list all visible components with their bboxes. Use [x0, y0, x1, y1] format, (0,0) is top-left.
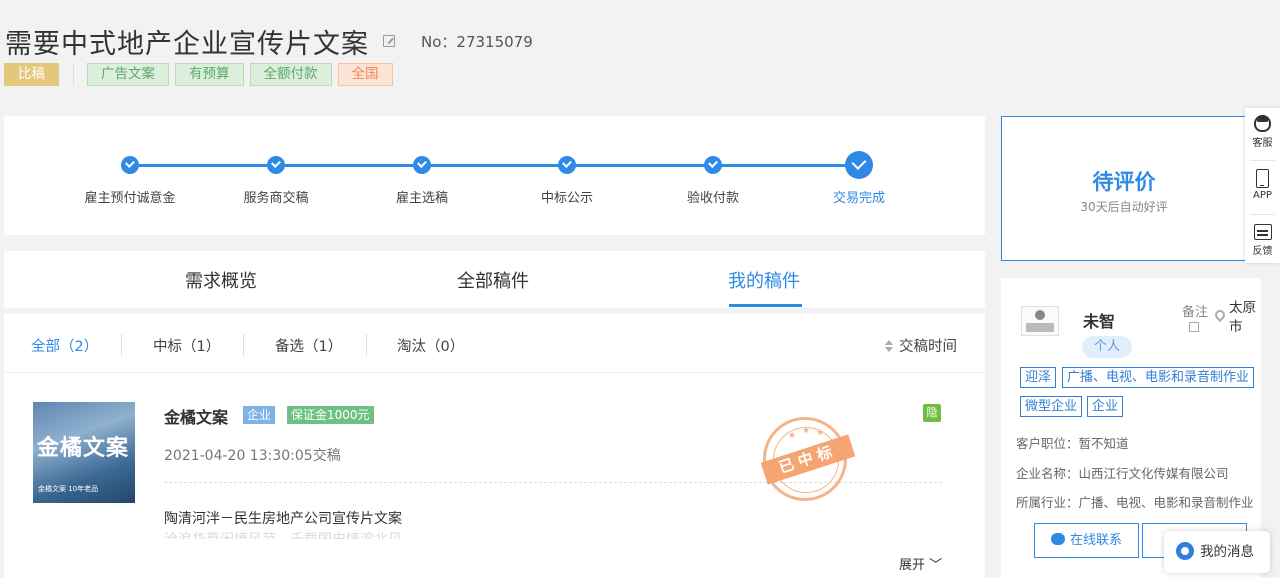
my-messages-button[interactable]: 我的消息: [1164, 531, 1270, 573]
main-tabs: 需求概览 全部稿件 我的稿件: [4, 251, 985, 308]
chat-icon: [1050, 533, 1065, 545]
phone-icon: [1256, 169, 1269, 188]
industry-tag: 微型企业: [1020, 396, 1083, 417]
feedback-icon: [1253, 224, 1272, 240]
floating-sidebar: 客服 APP 反馈: [1245, 108, 1280, 263]
check-icon: [413, 156, 431, 174]
star-icon: ★: [802, 426, 811, 436]
employer-avatar: [1021, 306, 1059, 336]
sidebar-feedback[interactable]: 反馈: [1245, 224, 1280, 257]
page-title: 需要中式地产企业宣传片文案: [5, 29, 369, 60]
filter-divider: [121, 334, 122, 356]
tag-divider: [73, 63, 74, 86]
evaluation-hint: 30天后自动好评: [1080, 200, 1168, 214]
check-icon: [558, 156, 576, 174]
employer-company: 企业名称：山西江行文化传媒有限公司: [1016, 466, 1229, 481]
enterprise-badge: 企业: [243, 406, 276, 424]
customer-service-icon: [1254, 115, 1271, 132]
check-icon: [121, 156, 139, 174]
employer-industry: 所属行业：广播、电视、电影和录音制作业: [1016, 495, 1254, 510]
step-prepay: 雇主预付诚意金: [60, 154, 200, 206]
winning-stamp: ★ ★ ★ 已中标: [760, 417, 856, 501]
contact-online-button[interactable]: 在线联系: [1034, 523, 1139, 558]
submission-excerpt: 沧浪华夏闲境风范，千载国史情溶北见: [164, 529, 402, 539]
tab-overview[interactable]: 需求概览: [185, 267, 257, 293]
hidden-badge: 隐: [923, 404, 941, 422]
step-select: 雇主选稿: [352, 154, 492, 206]
location-icon: [1215, 310, 1225, 323]
note-label[interactable]: 备注: [1182, 301, 1208, 320]
sidebar-divider: [1250, 214, 1275, 215]
employer-type-badge: 个人: [1082, 336, 1133, 358]
filter-all[interactable]: 全部（2）: [31, 335, 98, 356]
progress-steps: 雇主预付诚意金 服务商交稿 雇主选稿 中标公示 验收付款 交易完成: [4, 116, 985, 235]
step-submit: 服务商交稿: [206, 154, 346, 206]
complete-icon: [845, 151, 873, 179]
tab-all-submissions[interactable]: 全部稿件: [457, 267, 529, 293]
expand-button[interactable]: 展开 ﹀: [899, 554, 942, 573]
edit-icon[interactable]: [1189, 322, 1199, 332]
step-accept: 验收付款: [643, 154, 783, 206]
task-number: No：27315079: [421, 33, 533, 51]
task-header: 需要中式地产企业宣传片文案 No：27315079 比稿 广告文案 有预算 全额…: [0, 0, 1240, 110]
filter-shortlist[interactable]: 备选（1）: [275, 335, 342, 356]
check-icon: [704, 156, 722, 174]
deposit-badge: 保证金1000元: [287, 406, 374, 424]
stamp-text: 已中标: [760, 434, 856, 485]
star-icon: ★: [788, 431, 797, 441]
industry-tag: 企业: [1087, 396, 1124, 417]
step-announce: 中标公示: [497, 154, 637, 206]
check-icon: [267, 156, 285, 174]
filter-winning[interactable]: 中标（1）: [153, 335, 220, 356]
submission-thumbnail[interactable]: 金橘文案 金橘文案 10年老品: [33, 402, 135, 503]
sort-icon: [885, 339, 893, 352]
evaluation-status[interactable]: 待评价: [1002, 166, 1246, 196]
tag-bid: 比稿: [4, 63, 59, 86]
step-complete: 交易完成: [789, 151, 929, 206]
filter-rejected[interactable]: 淘汰（0）: [397, 335, 464, 356]
tab-my-submissions[interactable]: 我的稿件: [728, 267, 800, 293]
filter-bar: 全部（2） 中标（1） 备选（1） 淘汰（0） 交稿时间: [4, 314, 985, 373]
submitter-name[interactable]: 金橘文案: [164, 404, 228, 428]
sidebar-divider: [1250, 160, 1275, 161]
submission-time: 2021-04-20 13:30:05交稿: [164, 448, 341, 464]
filter-divider: [366, 334, 367, 356]
tag-budget: 有预算: [175, 63, 244, 86]
tag-region: 全国: [337, 63, 393, 86]
submission-list: 全部（2） 中标（1） 备选（1） 淘汰（0） 交稿时间 金橘文案 金橘文案 1…: [4, 314, 985, 578]
star-icon: ★: [816, 428, 825, 438]
industry-tag: 广播、电视、电影和录音制作业: [1062, 367, 1255, 388]
employer-position: 客户职位：暂不知道: [1016, 436, 1129, 451]
edit-icon[interactable]: [383, 35, 395, 47]
sidebar-customer-service[interactable]: 客服: [1245, 115, 1280, 149]
employer-location: 太原市: [1229, 300, 1256, 335]
tag-payment: 全额付款: [249, 63, 332, 86]
employer-name: 未智: [1083, 312, 1116, 331]
filter-divider: [243, 334, 244, 356]
evaluation-panel: 待评价 30天后自动好评: [1001, 116, 1247, 261]
submission-title: 陶清河泮－民生房地产公司宣传片文案: [164, 511, 402, 527]
active-tab-indicator: [729, 304, 802, 307]
sort-by-time[interactable]: 交稿时间: [885, 335, 957, 356]
sidebar-app[interactable]: APP: [1245, 169, 1280, 201]
tag-category: 广告文案: [87, 63, 169, 86]
industry-tag: 迎泽: [1020, 367, 1057, 388]
message-icon: [1176, 542, 1194, 560]
task-tags: 比稿 广告文案 有预算 全额付款 全国: [4, 63, 399, 86]
